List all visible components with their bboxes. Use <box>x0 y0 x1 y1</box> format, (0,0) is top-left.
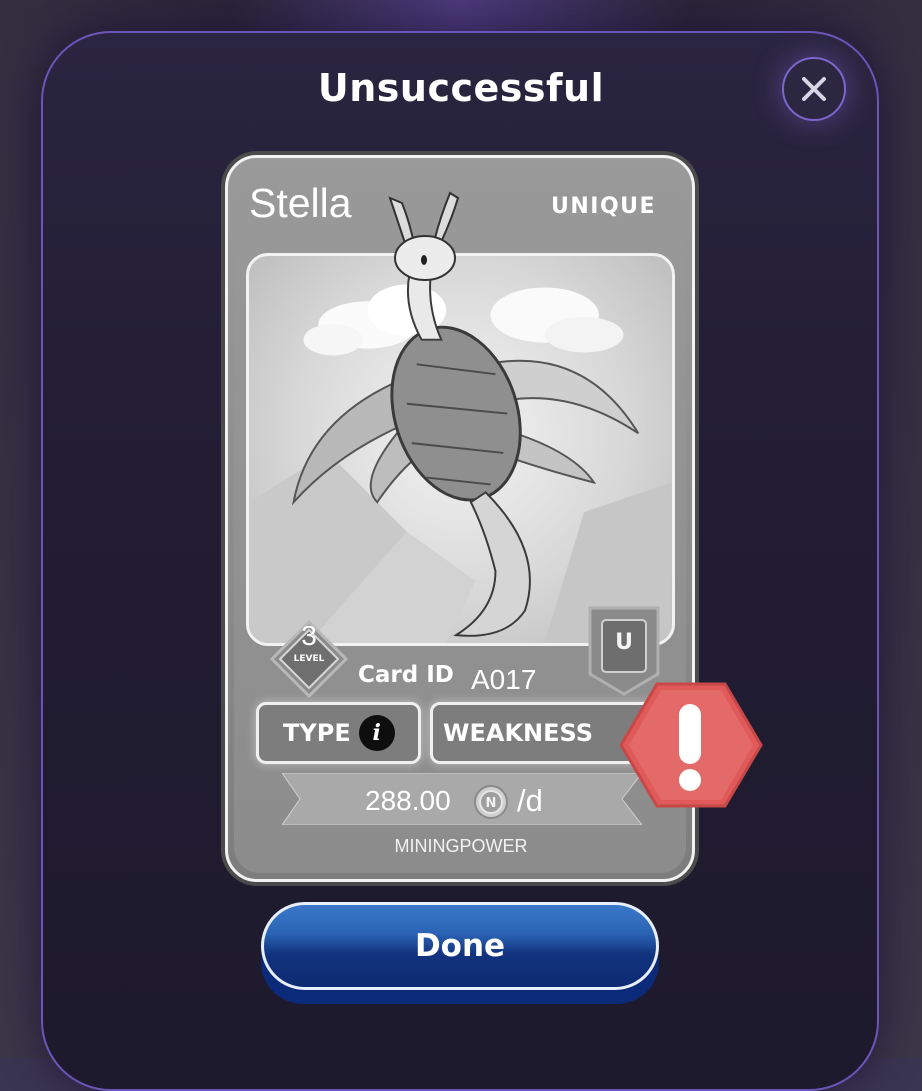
type-button[interactable]: TYPE i <box>256 702 421 764</box>
mining-power-label: MININGPOWER <box>394 836 528 856</box>
svg-text:N: N <box>486 796 497 811</box>
type-label: TYPE <box>283 719 351 747</box>
mining-power-value: 288.00 <box>365 785 451 816</box>
level-label: LEVEL <box>293 654 325 664</box>
card-id-label: Card ID <box>358 662 454 688</box>
card-level: 3 <box>301 620 317 651</box>
info-icon[interactable]: i <box>358 715 395 751</box>
creature-head-icon <box>388 191 460 281</box>
card-rarity: UNIQUE <box>551 194 657 219</box>
card-name: Stella <box>249 180 352 226</box>
creature-illustration <box>249 256 672 643</box>
mining-power-ribbon <box>282 773 642 825</box>
weakness-label: WEAKNESS <box>443 719 594 747</box>
close-icon <box>802 77 826 101</box>
mining-power-unit: /d <box>517 783 543 818</box>
close-button[interactable] <box>782 57 846 121</box>
card-id: A017 <box>471 664 537 695</box>
done-button[interactable]: Done <box>261 902 659 990</box>
card-artwork <box>246 253 675 646</box>
rarity-badge-letter: U <box>615 630 633 655</box>
coin-icon: N <box>474 785 508 819</box>
alert-icon <box>619 682 763 808</box>
